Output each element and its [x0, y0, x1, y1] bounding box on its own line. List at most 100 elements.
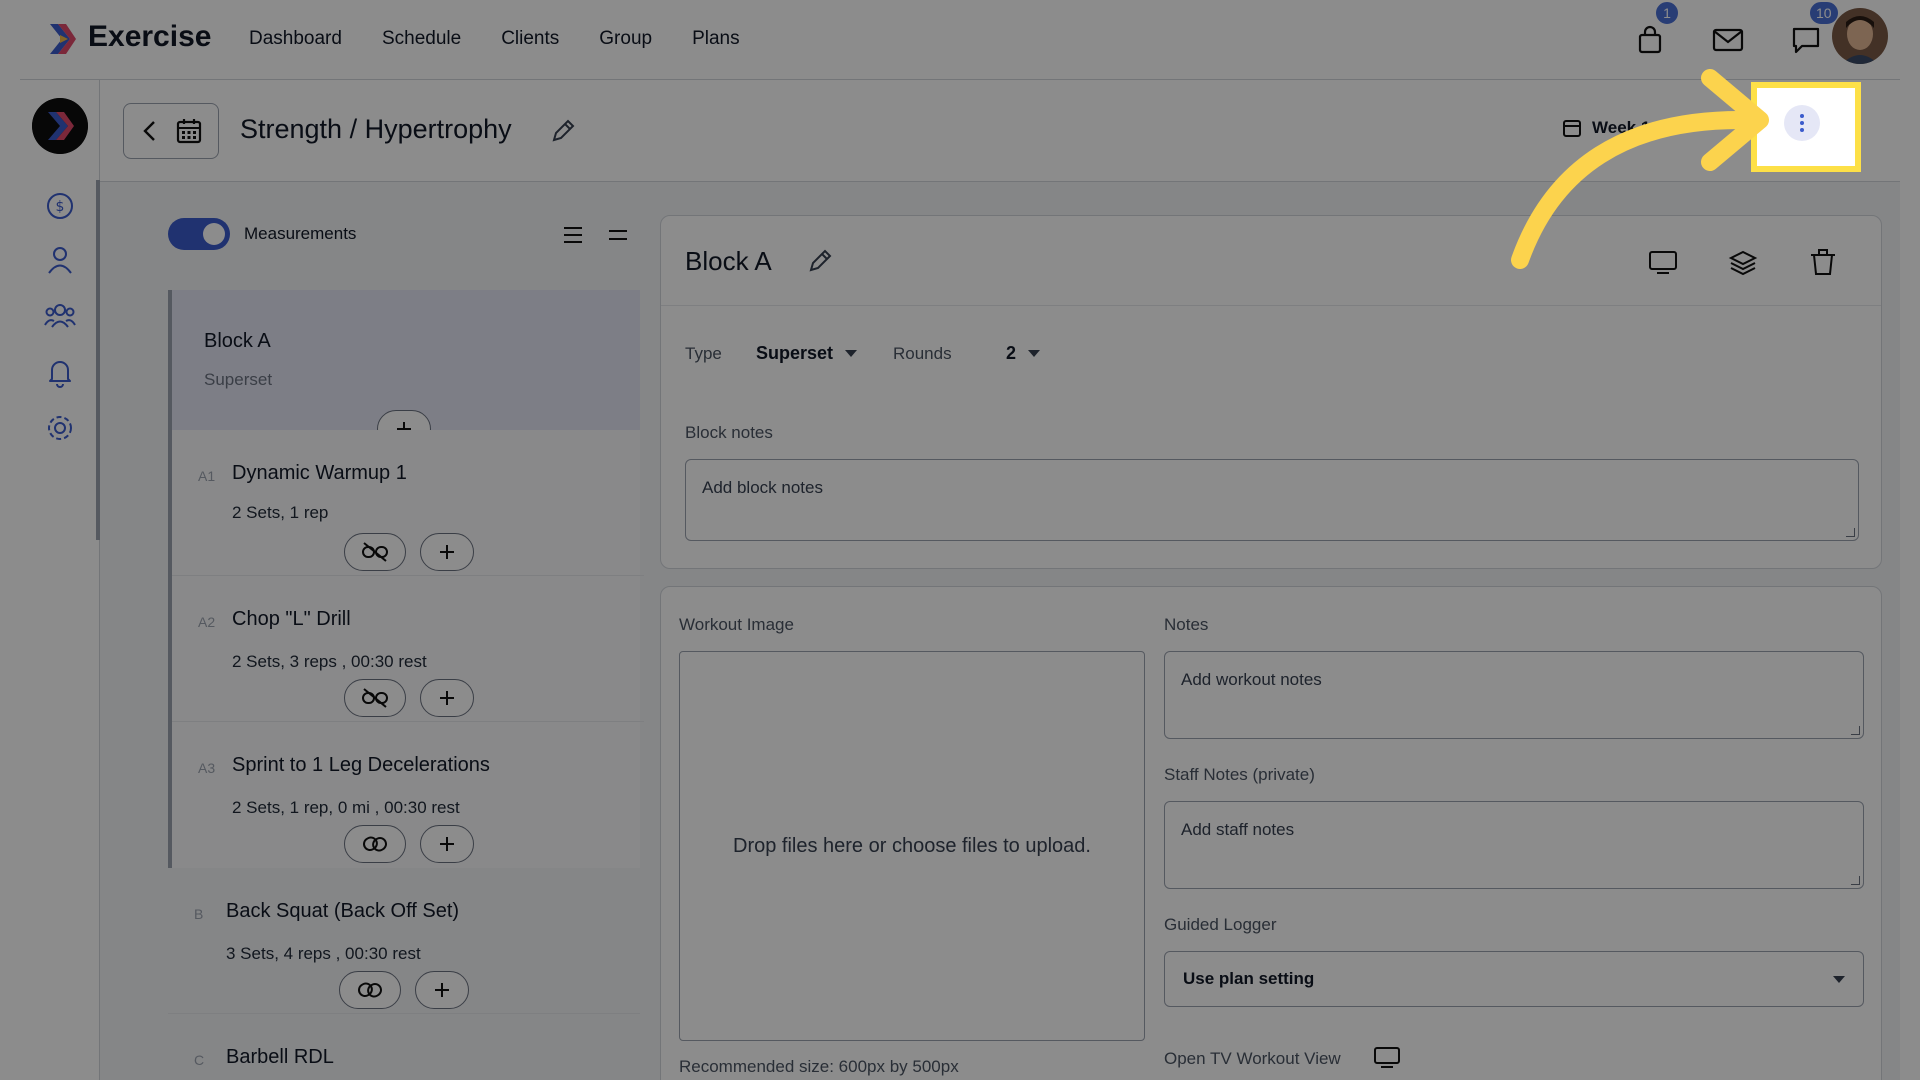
block-notes-label: Block notes: [685, 423, 773, 442]
exercise-meta: 3 Sets, 4 reps , 00:30 rest: [226, 944, 421, 963]
unlink-icon: [362, 688, 388, 708]
kebab-menu-icon: [1800, 114, 1804, 132]
workspace-logo[interactable]: [32, 98, 88, 154]
shopping-bag-icon: [1638, 25, 1662, 54]
settings-gear-icon[interactable]: [44, 412, 76, 444]
exercise-code: A2: [198, 614, 216, 630]
main-nav: Dashboard Schedule Clients Group Plans: [249, 28, 740, 50]
unlink-button[interactable]: [344, 679, 406, 717]
back-calendar-group: [123, 103, 219, 159]
tv-monitor-icon[interactable]: [1373, 1045, 1401, 1071]
plus-icon: [440, 837, 454, 851]
block-type: Superset: [204, 370, 273, 389]
unlink-button[interactable]: [344, 533, 406, 571]
nav-group[interactable]: Group: [599, 28, 652, 50]
tv-monitor-icon[interactable]: [1647, 246, 1679, 278]
chevron-left-icon[interactable]: [140, 119, 160, 143]
mail-icon: [1712, 28, 1744, 52]
left-rail: $: [20, 80, 100, 1080]
shop-badge: 1: [1654, 0, 1680, 26]
measurements-toggle[interactable]: [168, 218, 230, 250]
add-exercise-button[interactable]: [420, 533, 474, 571]
add-exercise-button[interactable]: [420, 825, 474, 863]
guided-logger-label: Guided Logger: [1164, 915, 1277, 934]
nav-clients[interactable]: Clients: [501, 28, 559, 50]
more-options-button[interactable]: [1784, 105, 1820, 141]
exercise-row-a2[interactable]: A2 Chop "L" Drill 2 Sets, 3 reps , 00:30…: [168, 576, 644, 722]
link-button[interactable]: [339, 971, 401, 1009]
exercise-name: Barbell RDL: [226, 1046, 334, 1068]
unlink-icon: [362, 542, 388, 562]
block-card-a[interactable]: Block A Superset: [168, 290, 640, 430]
chat-button[interactable]: [1786, 20, 1826, 60]
exercise-row-c[interactable]: C Barbell RDL: [168, 1014, 640, 1080]
link-button[interactable]: [344, 825, 406, 863]
staff-notes-label: Staff Notes (private): [1164, 765, 1315, 784]
guided-logger-select[interactable]: Use plan setting: [1164, 951, 1864, 1007]
week-selector[interactable]: Week 1: [1562, 118, 1650, 138]
nav-schedule[interactable]: Schedule: [382, 28, 461, 50]
workspace-logo-icon: [32, 98, 88, 154]
billing-dollar-icon[interactable]: $: [44, 190, 76, 222]
workout-notes-placeholder: Add workout notes: [1181, 670, 1322, 689]
caret-down-icon: [1833, 975, 1845, 983]
plus-icon: [440, 691, 454, 705]
add-exercise-button[interactable]: [420, 679, 474, 717]
block-panel: Block A Type Superset Rounds 2 Block not…: [660, 215, 1882, 569]
tv-view-label[interactable]: Open TV Workout View: [1164, 1049, 1341, 1069]
rail-scrollbar[interactable]: [96, 180, 100, 540]
type-select[interactable]: Superset: [756, 343, 858, 364]
exercise-meta: 2 Sets, 3 reps , 00:30 rest: [232, 652, 427, 671]
client-user-icon[interactable]: [44, 244, 76, 276]
exercise-meta: 2 Sets, 1 rep: [232, 503, 329, 522]
chat-bubble-icon: [1792, 27, 1820, 54]
calendar-icon[interactable]: [175, 117, 203, 145]
block-list: Block A Superset A1 Dynamic Warmup 1 2 S…: [168, 290, 644, 1080]
link-icon: [363, 836, 387, 852]
exercise-meta: 2 Sets, 1 rep, 0 mi , 00:30 rest: [232, 798, 460, 817]
add-exercise-button[interactable]: [415, 971, 469, 1009]
staff-notes-placeholder: Add staff notes: [1181, 820, 1295, 839]
edit-pencil-icon[interactable]: [550, 118, 576, 144]
block-notes-input[interactable]: Add block notes: [685, 459, 1859, 541]
rounds-label: Rounds: [893, 344, 952, 363]
exercise-logo-icon[interactable]: [46, 22, 78, 56]
exercise-code: A3: [198, 760, 216, 776]
workout-notes-input[interactable]: Add workout notes: [1164, 651, 1864, 739]
groups-users-icon[interactable]: [44, 300, 76, 332]
rounds-select[interactable]: 2: [1006, 343, 1041, 364]
exercise-row-a1[interactable]: A1 Dynamic Warmup 1 2 Sets, 1 rep: [168, 430, 644, 576]
svg-text:$: $: [56, 199, 65, 215]
user-avatar[interactable]: [1832, 8, 1888, 64]
week-label: Week 1: [1592, 118, 1651, 137]
edit-pencil-icon[interactable]: [807, 248, 833, 274]
exercise-row-b[interactable]: B Back Squat (Back Off Set) 3 Sets, 4 re…: [168, 868, 640, 1014]
app-window: Exercise Dashboard Schedule Clients Grou…: [20, 0, 1900, 1080]
notifications-bell-icon[interactable]: [44, 356, 76, 388]
type-value: Superset: [756, 343, 834, 363]
image-dropzone[interactable]: Drop files here or choose files to uploa…: [679, 651, 1145, 1041]
exercise-name: Sprint to 1 Leg Decelerations: [232, 754, 490, 776]
exercise-row-a3[interactable]: A3 Sprint to 1 Leg Decelerations 2 Sets,…: [168, 722, 640, 868]
exercise-code: A1: [198, 468, 216, 484]
collapse-list-icon[interactable]: [605, 222, 631, 248]
guided-logger-value: Use plan setting: [1183, 969, 1315, 988]
link-icon: [358, 982, 382, 998]
workout-notes-label: Notes: [1164, 615, 1209, 634]
workout-panel: Workout Image Drop files here or choose …: [660, 586, 1882, 1080]
plan-title: Strength / Hypertrophy: [240, 114, 512, 144]
shop-button[interactable]: [1630, 20, 1670, 60]
trash-icon[interactable]: [1807, 246, 1839, 278]
block-panel-header: Block A: [661, 216, 1881, 306]
rounds-value: 2: [1006, 343, 1017, 363]
staff-notes-input[interactable]: Add staff notes: [1164, 801, 1864, 889]
exercise-name: Dynamic Warmup 1: [232, 462, 407, 484]
mail-button[interactable]: [1708, 20, 1748, 60]
nav-dashboard[interactable]: Dashboard: [249, 28, 342, 50]
caret-down-icon: [1028, 350, 1041, 357]
block-notes-placeholder: Add block notes: [702, 478, 823, 497]
nav-plans[interactable]: Plans: [692, 28, 740, 50]
expand-list-icon[interactable]: [560, 222, 586, 248]
measurements-label: Measurements: [244, 224, 357, 243]
layers-icon[interactable]: [1727, 246, 1759, 278]
